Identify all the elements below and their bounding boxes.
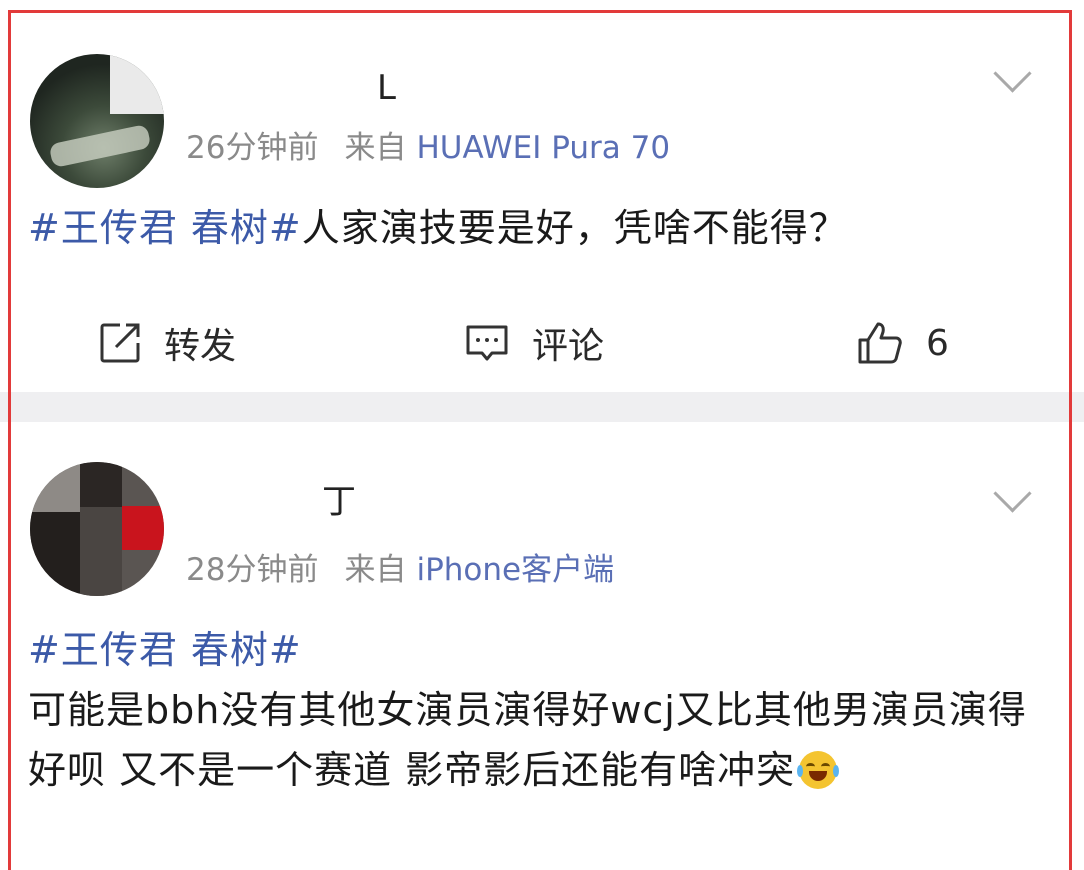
user-name[interactable]: L bbox=[188, 68, 398, 110]
user-name-visible: 丁 bbox=[322, 482, 358, 522]
comment-button[interactable]: 评论 bbox=[464, 308, 604, 378]
post-text: 人家演技要是好，凭啥不能得？ bbox=[301, 206, 848, 250]
post-content: #王传君 春树# 可能是bbh没有其他女演员演得好wcj又比其他男演员演得好呗 … bbox=[28, 620, 1056, 800]
repost-button[interactable]: 转发 bbox=[98, 308, 236, 378]
post-card: 丁 28分钟前 来自 iPhone客户端 #王传君 春树# 可能是bbh没有其他女演… bbox=[0, 422, 1084, 859]
source-prefix: 来自 bbox=[344, 130, 407, 166]
device-source[interactable]: iPhone客户端 bbox=[416, 552, 614, 588]
post-meta: 26分钟前 来自 HUAWEI Pura 70 bbox=[186, 122, 670, 167]
repost-label: 转发 bbox=[164, 326, 237, 367]
thumbs-up-icon bbox=[858, 322, 902, 364]
comment-icon bbox=[466, 325, 508, 361]
like-button[interactable]: 6 bbox=[856, 308, 949, 378]
topic-link[interactable]: #王传君 春树# bbox=[28, 620, 1056, 680]
comment-label: 评论 bbox=[532, 326, 605, 367]
avatar[interactable] bbox=[30, 462, 164, 596]
topic-link[interactable]: #王传君 春树# bbox=[28, 206, 302, 250]
post-time: 26分钟前 bbox=[186, 130, 319, 166]
post-content: #王传君 春树#人家演技要是好，凭啥不能得？ bbox=[28, 200, 1056, 256]
chevron-down-icon[interactable] bbox=[993, 474, 1032, 513]
laughing-crying-emoji-icon bbox=[797, 751, 840, 789]
like-count: 6 bbox=[926, 322, 949, 364]
device-source[interactable]: HUAWEI Pura 70 bbox=[416, 130, 670, 166]
post-text: 可能是bbh没有其他女演员演得好wcj又比其他男演员演得好呗 又不是一个赛道 影… bbox=[28, 688, 1027, 792]
avatar[interactable] bbox=[30, 54, 164, 188]
source-prefix: 来自 bbox=[344, 552, 407, 588]
action-bar: 转发 评论 6 bbox=[0, 308, 1084, 378]
repost-icon bbox=[100, 323, 140, 363]
post-divider bbox=[0, 392, 1084, 422]
user-name-visible: L bbox=[377, 68, 398, 108]
chevron-down-icon[interactable] bbox=[993, 54, 1032, 93]
post-meta: 28分钟前 来自 iPhone客户端 bbox=[186, 544, 614, 589]
user-name[interactable]: 丁 bbox=[188, 474, 398, 522]
post-time: 28分钟前 bbox=[186, 552, 319, 588]
post-card: L 26分钟前 来自 HUAWEI Pura 70 #王传君 春树#人家演技要是好，… bbox=[0, 14, 1084, 392]
